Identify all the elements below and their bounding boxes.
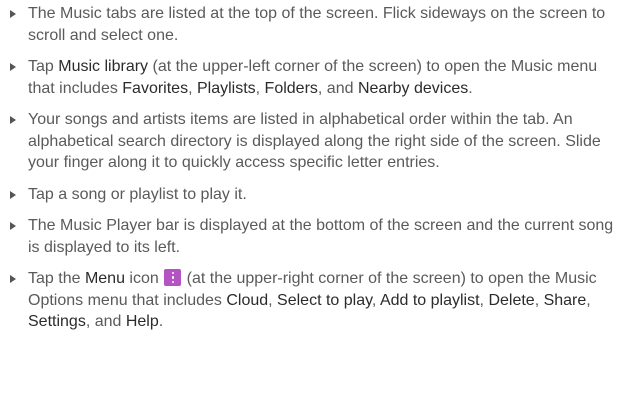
term-playlists: Playlists <box>196 79 256 97</box>
item-text: The Music Player bar is displayed at the… <box>28 217 614 256</box>
item-text: , <box>371 291 380 309</box>
term-share: Share <box>543 291 587 309</box>
term-delete: Delete <box>488 291 535 309</box>
list-item-music-player-bar: The Music Player bar is displayed at the… <box>0 215 626 258</box>
list-item-play-song: Tap a song or playlist to play it. <box>0 184 626 206</box>
item-text: , and <box>317 79 358 97</box>
item-text: , <box>586 291 591 309</box>
bullet-triangle-icon <box>10 116 16 124</box>
bullet-triangle-icon <box>10 222 16 230</box>
term-music-library: Music library <box>58 58 149 75</box>
term-select-to-play: Select to play <box>277 291 372 309</box>
item-text: The Music tabs are listed at the top of … <box>28 5 606 44</box>
list-item-menu-options: Tap the Menu icon (at the upper-right co… <box>0 268 626 333</box>
item-text: , <box>534 291 544 309</box>
item-text: , <box>255 79 265 97</box>
term-nearby-devices: Nearby devices <box>357 79 469 97</box>
list-item-music-library: Tap Music library (at the upper-left cor… <box>0 56 626 99</box>
item-text: , <box>268 291 278 309</box>
item-text: . <box>158 313 164 330</box>
term-help: Help <box>125 313 159 330</box>
bullet-triangle-icon <box>10 63 16 71</box>
bullet-triangle-icon <box>10 190 16 199</box>
item-text: Tap a song or playlist to play it. <box>28 185 247 203</box>
item-text: icon <box>124 270 164 287</box>
item-text: . <box>468 79 473 97</box>
item-text: , <box>188 79 197 97</box>
list-item-alphabetical-order: Your songs and artists items are listed … <box>0 109 626 174</box>
bullet-triangle-icon <box>10 10 16 18</box>
term-settings: Settings <box>28 313 86 330</box>
item-text: Your songs and artists items are listed … <box>28 111 601 171</box>
vertical-dots-menu-icon <box>164 269 182 286</box>
instruction-list: The Music tabs are listed at the top of … <box>0 3 626 333</box>
item-text: Tap <box>28 58 59 75</box>
term-favorites: Favorites <box>122 79 189 97</box>
term-cloud: Cloud <box>226 291 269 309</box>
item-text: Tap the <box>28 270 85 287</box>
item-text: , and <box>85 313 126 330</box>
term-menu: Menu <box>84 270 125 287</box>
term-add-to-playlist: Add to playlist <box>379 291 480 309</box>
manual-page: The Music tabs are listed at the top of … <box>0 0 626 414</box>
bullet-triangle-icon <box>10 275 16 283</box>
term-folders: Folders <box>264 79 318 97</box>
list-item-music-tabs: The Music tabs are listed at the top of … <box>0 3 626 46</box>
